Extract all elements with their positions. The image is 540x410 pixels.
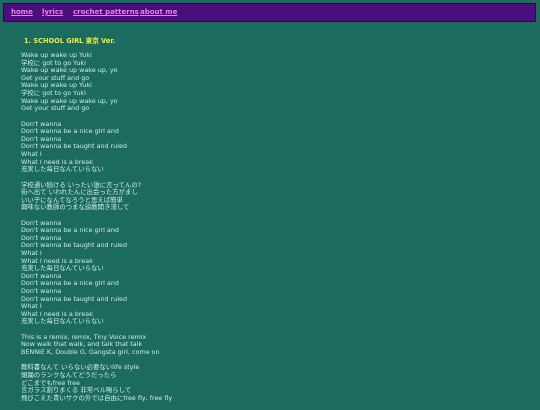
lyric-line: Get your stuff and go xyxy=(21,73,90,82)
lyric-line: What I xyxy=(21,249,42,258)
lyrics-body: Wake up wake up Yuki 学校に got to go Yuki Wa… xyxy=(21,51,526,402)
lyric-line: Don't wanna be a nice girl and xyxy=(21,226,119,235)
lyrics-stanza: 学校通い続ける いったい誰に言ってんの? 街へ出て いわれたんに出会った方がましい… xyxy=(21,181,526,212)
lyric-line: BENNIE K, Double G, Gangsta girl, come o… xyxy=(21,347,160,356)
lyric-line: 充実した毎日なんていらない xyxy=(21,165,104,174)
top-navigation-bar: home lyrics crochet patterns about me xyxy=(3,3,536,22)
lyric-line: 興味ない教師のつまな説教聞き流して xyxy=(21,203,130,212)
lyric-line: 飛びこえた青いサクの外では自由にfree fly, free fly xyxy=(21,393,173,402)
lyric-line: Wake up wake up wake up, yo xyxy=(21,96,118,105)
lyric-line: Don't wanna be a nice girl and xyxy=(21,127,119,136)
lyric-line: Don't wanna be taught and ruled xyxy=(21,241,127,250)
lyric-line: What I xyxy=(21,149,42,158)
nav-link-about-me[interactable]: about me xyxy=(140,8,177,17)
song-title: 1. SCHOOL GIRL 東京 Ver. xyxy=(24,37,116,45)
lyrics-stanza: Don't wanna Don't wanna be a nice girl an… xyxy=(21,219,526,326)
lyrics-stanza: Wake up wake up Yuki 学校に got to go Yuki Wa… xyxy=(21,51,526,113)
lyric-line: 充実した毎日なんていらない xyxy=(21,264,104,273)
nav-link-lyrics[interactable]: lyrics xyxy=(42,8,63,17)
lyric-line: Wake up wake up wake up, yo xyxy=(21,66,118,75)
lyric-line: Don't wanna be a nice girl and xyxy=(21,279,119,288)
lyric-line: What I xyxy=(21,302,42,311)
lyric-line: Don't wanna be taught and ruled xyxy=(21,142,127,151)
lyrics-stanza: This is a remix, remix, Tiny Voice remix… xyxy=(21,333,526,357)
lyrics-content: 1. SCHOOL GIRL 東京 Ver. Wake up wake up Y… xyxy=(21,37,526,410)
lyric-line: Don't wanna be taught and ruled xyxy=(21,294,127,303)
lyric-line: 充実した毎日なんていらない xyxy=(21,317,104,326)
lyrics-stanza: 教科書なんて いらない必要ないlife style 頭踊のランクなんてどうだったら… xyxy=(21,364,526,402)
lyric-line: Wake up wake up Yuki xyxy=(21,51,92,59)
lyrics-stanza: Don't wanna Don't wanna be a nice girl an… xyxy=(21,120,526,174)
lyric-line: Get your stuff and go xyxy=(21,104,90,113)
lyric-line: Wake up wake up Yuki xyxy=(21,81,92,90)
nav-link-crochet-patterns[interactable]: crochet patterns xyxy=(73,8,139,17)
lyric-line: 頭踊のランクなんてどうだったら xyxy=(21,370,117,379)
nav-link-home[interactable]: home xyxy=(11,8,33,17)
